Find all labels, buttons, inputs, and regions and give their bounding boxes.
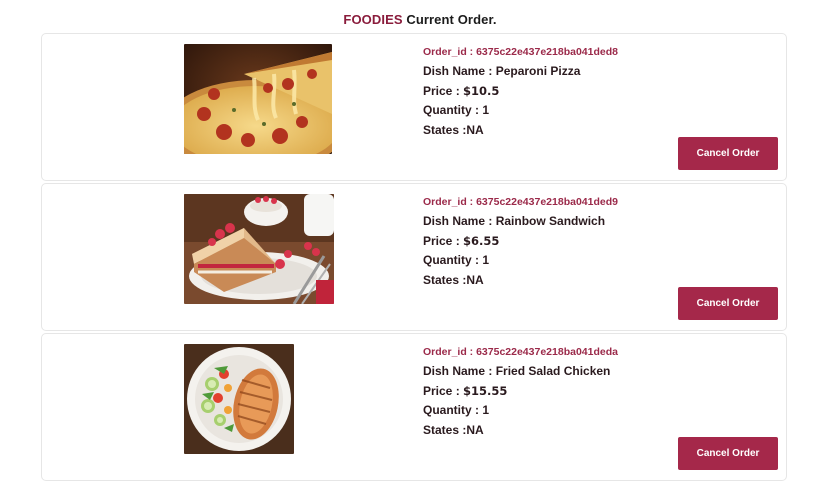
dish-name: Dish Name : Peparoni Pizza	[423, 64, 618, 84]
states: States :NA	[423, 423, 618, 443]
price: Price : $10.5	[423, 84, 618, 104]
chicken-salad-image	[184, 344, 294, 454]
order-id: Order_id : 6375c22e437e218ba041ded8	[423, 46, 618, 58]
dish-name-label: Dish Name :	[423, 214, 496, 228]
order-card: Order_id : 6375c22e437e218ba041ded9 Dish…	[41, 183, 787, 331]
quantity-label: Quantity :	[423, 403, 483, 417]
dish-name: Dish Name : Rainbow Sandwich	[423, 214, 618, 234]
brand-name: FOODIES	[343, 12, 403, 27]
states: States :NA	[423, 273, 618, 293]
order-id: Order_id : 6375c22e437e218ba041deda	[423, 346, 618, 358]
order-info: Order_id : 6375c22e437e218ba041ded9 Dish…	[423, 195, 618, 292]
price-value: $15.55	[463, 383, 508, 398]
raspberry-sandwich-image	[184, 194, 334, 304]
order-info: Order_id : 6375c22e437e218ba041deda Dish…	[423, 345, 618, 442]
pepperoni-pizza-image	[184, 44, 332, 154]
price-label: Price :	[423, 83, 464, 98]
states-value: NA	[466, 422, 484, 437]
price-value: $10.5	[463, 83, 500, 98]
order-card: Order_id : 6375c22e437e218ba041ded8 Dish…	[41, 33, 787, 181]
page-title: FOODIES Current Order.	[0, 12, 840, 27]
dish-name: Dish Name : Fried Salad Chicken	[423, 364, 618, 384]
page-title-text: Current Order.	[402, 12, 497, 27]
states-label: States :	[423, 422, 467, 437]
cancel-order-button[interactable]: Cancel Order	[678, 137, 778, 170]
price-label: Price :	[423, 233, 464, 248]
dish-name-value: Fried Salad Chicken	[495, 364, 611, 378]
quantity-value: 1	[482, 103, 490, 117]
dish-name-value: Peparoni Pizza	[495, 64, 581, 78]
quantity: Quantity : 1	[423, 403, 618, 423]
dish-name-label: Dish Name :	[423, 64, 496, 78]
states-label: States :	[423, 122, 467, 137]
price: Price : $6.55	[423, 234, 618, 254]
states-label: States :	[423, 272, 467, 287]
cancel-order-button[interactable]: Cancel Order	[678, 287, 778, 320]
quantity-value: 1	[482, 403, 490, 417]
states-value: NA	[466, 122, 484, 137]
states-value: NA	[466, 272, 484, 287]
quantity: Quantity : 1	[423, 253, 618, 273]
order-list: Order_id : 6375c22e437e218ba041ded8 Dish…	[41, 33, 787, 483]
quantity: Quantity : 1	[423, 103, 618, 123]
order-id: Order_id : 6375c22e437e218ba041ded9	[423, 196, 618, 208]
price: Price : $15.55	[423, 384, 618, 404]
order-card: Order_id : 6375c22e437e218ba041deda Dish…	[41, 333, 787, 481]
cancel-order-button[interactable]: Cancel Order	[678, 437, 778, 470]
dish-name-value: Rainbow Sandwich	[495, 214, 606, 228]
quantity-label: Quantity :	[423, 253, 483, 267]
price-value: $6.55	[463, 233, 500, 248]
price-label: Price :	[423, 383, 464, 398]
quantity-label: Quantity :	[423, 103, 483, 117]
dish-name-label: Dish Name :	[423, 364, 496, 378]
quantity-value: 1	[482, 253, 490, 267]
order-info: Order_id : 6375c22e437e218ba041ded8 Dish…	[423, 45, 618, 142]
states: States :NA	[423, 123, 618, 143]
